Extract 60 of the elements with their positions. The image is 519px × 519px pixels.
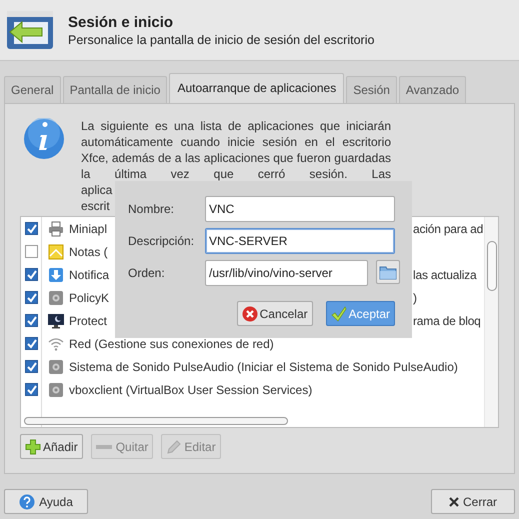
app-label: Notifica	[69, 268, 110, 282]
browse-button[interactable]	[376, 260, 400, 284]
checkbox[interactable]	[25, 245, 38, 258]
printer-icon	[48, 220, 64, 236]
app-label: rama de bloq	[413, 314, 481, 328]
info-icon	[23, 118, 65, 160]
wifi-icon	[48, 336, 64, 352]
window-title: Sesión e inicio	[68, 14, 174, 30]
monitor-icon	[48, 312, 64, 328]
help-button[interactable]: Ayuda	[4, 489, 88, 514]
download-icon	[48, 266, 64, 282]
close-button[interactable]: Cerrar	[431, 489, 515, 514]
scrollbar-thumb[interactable]	[487, 241, 497, 291]
gear-icon	[48, 382, 64, 398]
cancel-icon	[242, 306, 258, 322]
checkbox[interactable]	[25, 314, 38, 327]
info-text-fragment: aplica	[81, 182, 112, 198]
app-label: ación para ad	[413, 222, 484, 236]
minus-icon	[96, 444, 112, 448]
app-label: Sistema de Sonido PulseAudio (Iniciar el Sistema de Sonido PulseAudio)	[69, 360, 458, 374]
help-icon	[19, 494, 36, 510]
cancel-button[interactable]: Cancelar	[236, 301, 313, 326]
close-icon	[448, 496, 459, 506]
app-label: )	[413, 290, 417, 304]
text-field[interactable]: /usr/lib/vino/vino-server	[205, 260, 368, 286]
checkbox[interactable]	[25, 383, 38, 396]
tab[interactable]: Autoarranque de aplicaciones	[169, 73, 344, 103]
checkbox[interactable]	[25, 360, 38, 373]
field-label: Nombre:	[128, 202, 176, 216]
field-label: Descripción:	[128, 234, 196, 248]
session-icon	[6, 10, 54, 50]
scrollbar-thumb[interactable]	[24, 417, 288, 425]
app-label: Protect	[69, 314, 108, 328]
field-label: Orden:	[128, 266, 166, 280]
tab[interactable]: General	[4, 76, 61, 103]
gear-icon	[48, 358, 64, 374]
notes-icon	[48, 244, 64, 260]
tab[interactable]: Avanzado	[398, 76, 466, 103]
checkmark-icon	[330, 306, 347, 322]
text-field[interactable]: VNC-SERVER	[205, 228, 395, 254]
pencil-icon	[166, 438, 182, 454]
gear-icon	[48, 290, 64, 306]
folder-icon	[379, 264, 397, 280]
app-label: Miniapl	[69, 222, 108, 236]
app-label: Red (Gestione sus conexiones de red)	[69, 336, 274, 350]
checkbox[interactable]	[25, 222, 38, 235]
app-label: PolicyK	[69, 290, 110, 304]
tab[interactable]: Pantalla de inicio	[62, 76, 168, 103]
app-label: las actualiza	[413, 268, 476, 282]
app-label: vboxclient (VirtualBox User Session Services)	[69, 382, 312, 396]
checkbox[interactable]	[25, 268, 38, 281]
checkbox[interactable]	[25, 337, 38, 350]
plus-icon	[25, 438, 41, 454]
checkbox[interactable]	[25, 291, 38, 304]
app-label: Notas (	[69, 244, 108, 258]
tab[interactable]: Sesión	[346, 76, 397, 103]
window-subtitle: Personalice la pantalla de inicio de sesión del escritorio	[68, 32, 374, 46]
info-text-fragment: escrit	[81, 198, 110, 214]
add-button[interactable]: Añadir	[20, 434, 83, 459]
text-field[interactable]: VNC	[205, 196, 395, 222]
